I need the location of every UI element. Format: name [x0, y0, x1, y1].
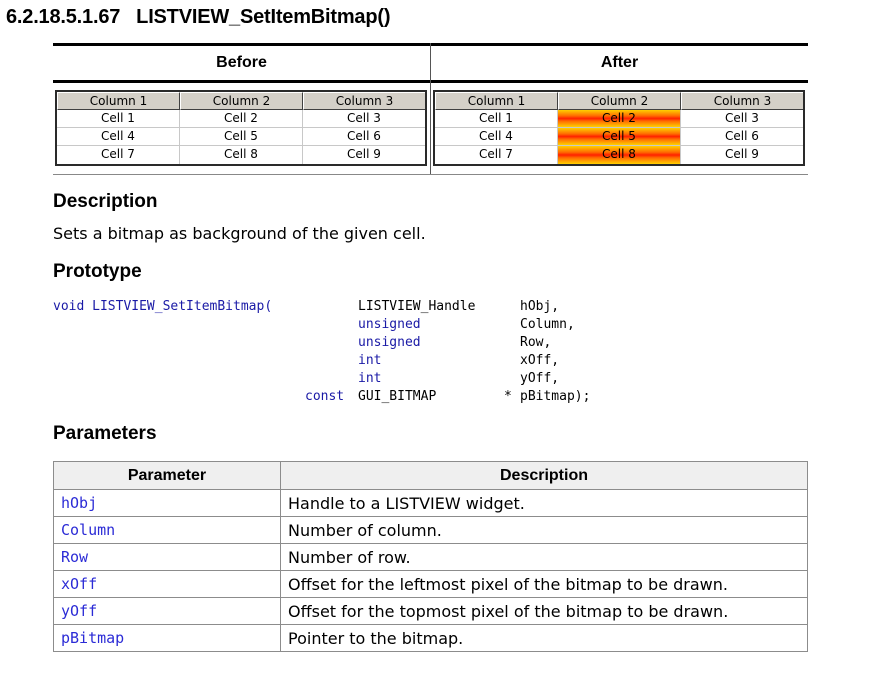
- listview-cell-bitmap: Cell 5: [558, 128, 681, 146]
- param-link[interactable]: yOff: [53, 597, 281, 625]
- param-name: Column,: [520, 317, 575, 332]
- param-description: Pointer to the bitmap.: [280, 624, 808, 652]
- param-type: int: [358, 353, 382, 368]
- listview-row: Cell 7 Cell 8 Cell 9: [435, 146, 803, 164]
- listview-cell: Cell 7: [57, 146, 180, 164]
- param-name: xOff,: [520, 353, 560, 368]
- param-link[interactable]: Row: [53, 543, 281, 571]
- section-number: 6.2.18.5.1.67: [6, 6, 121, 28]
- listview-cell: Cell 8: [180, 146, 303, 164]
- listview-row: Cell 4 Cell 5 Cell 6: [57, 128, 425, 146]
- description-text: Sets a bitmap as background of the given…: [53, 224, 426, 243]
- param-type: int: [358, 371, 382, 386]
- param-name: pBitmap);: [520, 389, 591, 404]
- param-description: Handle to a LISTVIEW widget.: [280, 489, 808, 517]
- table-row: Row Number of row.: [53, 543, 808, 571]
- column-header: Column 2: [558, 92, 681, 110]
- listview-after: Column 1 Column 2 Column 3 Cell 1 Cell 2…: [433, 90, 805, 166]
- listview-header-row: Column 1 Column 2 Column 3: [57, 92, 425, 110]
- param-link[interactable]: pBitmap: [53, 624, 281, 652]
- param-link[interactable]: xOff: [53, 570, 281, 598]
- description-column-header: Description: [280, 461, 808, 490]
- param-description: Offset for the topmost pixel of the bitm…: [280, 597, 808, 625]
- table-row: xOff Offset for the leftmost pixel of th…: [53, 570, 808, 598]
- listview-cell: Cell 7: [435, 146, 558, 164]
- param-link[interactable]: hObj: [53, 489, 281, 517]
- table-row: yOff Offset for the topmost pixel of the…: [53, 597, 808, 625]
- parameters-table: Parameter Description hObj Handle to a L…: [53, 461, 808, 652]
- listview-cell: Cell 4: [57, 128, 180, 146]
- const-keyword: const: [305, 389, 345, 404]
- listview-cell: Cell 9: [347, 147, 381, 161]
- pointer-star: *: [504, 389, 512, 404]
- prototype-heading: Prototype: [53, 261, 142, 282]
- param-name: Row,: [520, 335, 552, 350]
- after-header: After: [600, 54, 639, 71]
- parameters-heading: Parameters: [53, 423, 157, 444]
- parameter-column-header: Parameter: [53, 461, 281, 490]
- column-header: Column 2: [180, 92, 303, 110]
- before-after-table: Before After Column 1 Column 2 Column 3 …: [53, 43, 808, 175]
- param-description: Number of row.: [280, 543, 808, 571]
- table-row: hObj Handle to a LISTVIEW widget.: [53, 489, 808, 517]
- table-row: Column Number of column.: [53, 516, 808, 544]
- listview-cell: Cell 5: [180, 128, 303, 146]
- param-description: Number of column.: [280, 516, 808, 544]
- column-header: Column 3: [303, 92, 425, 110]
- listview-cell: Cell 3: [681, 110, 803, 128]
- listview-cell-bitmap: Cell 2: [558, 110, 681, 128]
- param-name: hObj,: [520, 299, 560, 314]
- column-header: Column 1: [435, 92, 558, 110]
- param-link[interactable]: Column: [53, 516, 281, 544]
- listview-row: Cell 4 Cell 5 Cell 6: [435, 128, 803, 146]
- listview-cell: Cell 6: [303, 128, 425, 146]
- table-header-row: Parameter Description: [53, 461, 808, 490]
- listview-cell: Cell 3: [303, 110, 425, 128]
- section-heading: 6.2.18.5.1.67 LISTVIEW_SetItemBitmap(): [6, 6, 390, 29]
- listview-cell: Cell 2: [180, 110, 303, 128]
- column-header: Column 1: [57, 92, 180, 110]
- listview-cell: Cell 6: [681, 128, 803, 146]
- listview-header-row: Column 1 Column 2 Column 3: [435, 92, 803, 110]
- param-type: unsigned: [358, 335, 421, 350]
- listview-before: Column 1 Column 2 Column 3 Cell 1 Cell 2…: [55, 90, 427, 166]
- listview-cell: Cell 4: [435, 128, 558, 146]
- listview-row: Cell 7 Cell 8 Cell 9: [57, 146, 425, 164]
- param-type: LISTVIEW_Handle: [358, 299, 476, 314]
- param-description: Offset for the leftmost pixel of the bit…: [280, 570, 808, 598]
- table-row: pBitmap Pointer to the bitmap.: [53, 624, 808, 652]
- function-title: LISTVIEW_SetItemBitmap(): [136, 6, 391, 28]
- listview-row: Cell 1 Cell 2 Cell 3: [57, 110, 425, 128]
- listview-cell: Cell 9: [725, 147, 759, 161]
- column-header: Column 3: [681, 92, 803, 110]
- param-name: yOff,: [520, 371, 560, 386]
- param-type: GUI_BITMAP: [358, 389, 437, 404]
- description-heading: Description: [53, 191, 158, 212]
- before-header: Before: [216, 54, 267, 71]
- listview-cell: Cell 1: [435, 110, 558, 128]
- listview-cell-bitmap: Cell 8: [558, 146, 681, 164]
- param-type: unsigned: [358, 317, 421, 332]
- listview-cell: Cell 1: [57, 110, 180, 128]
- listview-row: Cell 1 Cell 2 Cell 3: [435, 110, 803, 128]
- prototype-function: void LISTVIEW_SetItemBitmap(: [53, 299, 273, 314]
